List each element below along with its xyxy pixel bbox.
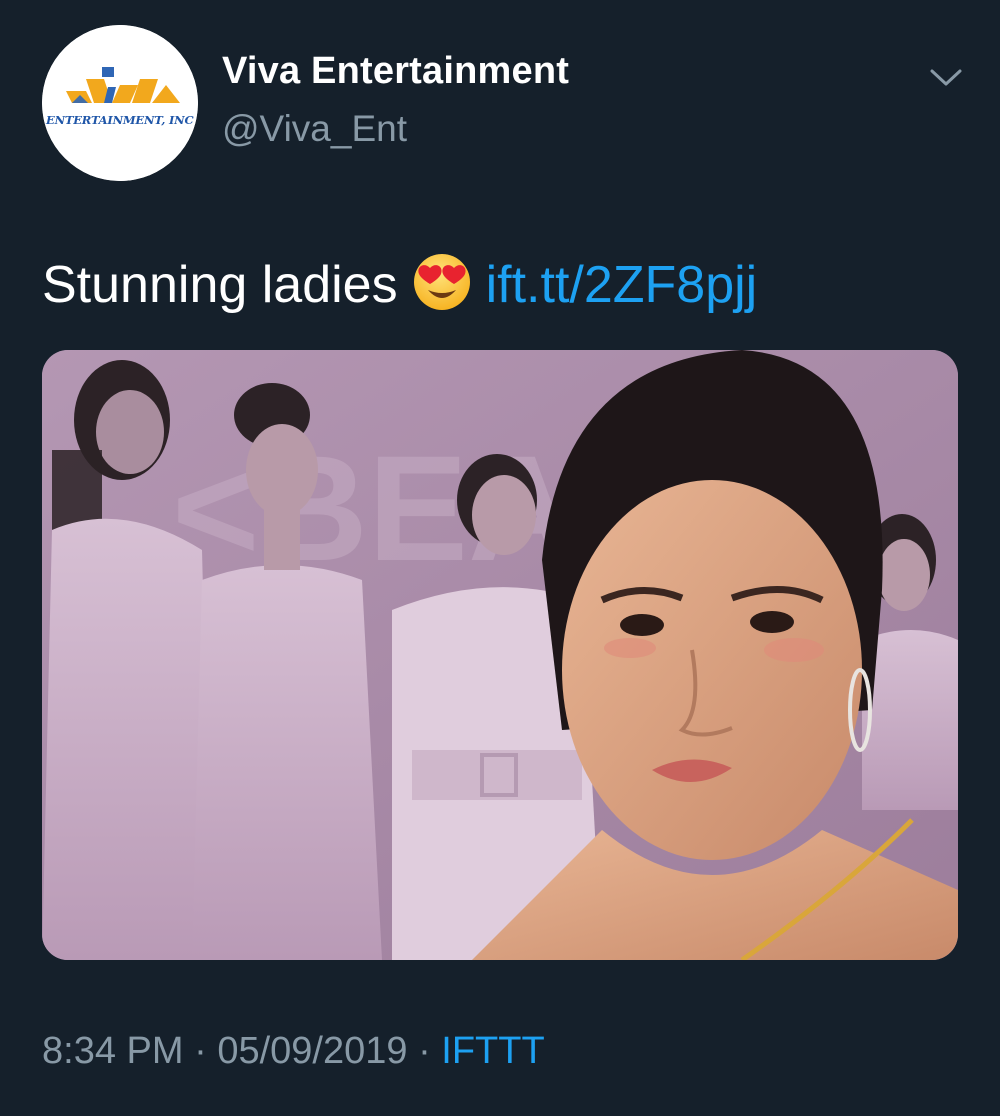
tweet-card: ENTERTAINMENT, INC Viva Entertainment @V…	[0, 0, 1000, 1116]
tweet-text: Stunning ladies ift.tt/2ZF8pjj	[42, 252, 757, 317]
separator: ·	[194, 1030, 207, 1072]
tweet-media-image[interactable]: <BEA	[42, 350, 958, 960]
separator: ·	[418, 1030, 431, 1072]
tweet-link[interactable]: ift.tt/2ZF8pjj	[486, 256, 758, 314]
heart-eyes-emoji-icon	[413, 254, 470, 310]
tweet-source[interactable]: IFTTT	[441, 1030, 544, 1072]
tweet-time: 8:34 PM	[42, 1030, 184, 1072]
chevron-down-icon[interactable]	[926, 62, 966, 92]
tweet-body: Stunning ladies	[42, 256, 398, 314]
display-name[interactable]: Viva Entertainment	[222, 50, 569, 93]
tweet-date: 05/09/2019	[217, 1030, 408, 1072]
viva-logo-icon	[42, 25, 198, 181]
tweet-footer: 8:34 PM · 05/09/2019 · IFTTT	[42, 1030, 545, 1073]
account-handle[interactable]: @Viva_Ent	[222, 108, 407, 150]
avatar-text: ENTERTAINMENT, INC	[46, 113, 194, 127]
avatar[interactable]: ENTERTAINMENT, INC	[42, 25, 198, 181]
photo-collage-image: <BEA	[42, 350, 958, 960]
